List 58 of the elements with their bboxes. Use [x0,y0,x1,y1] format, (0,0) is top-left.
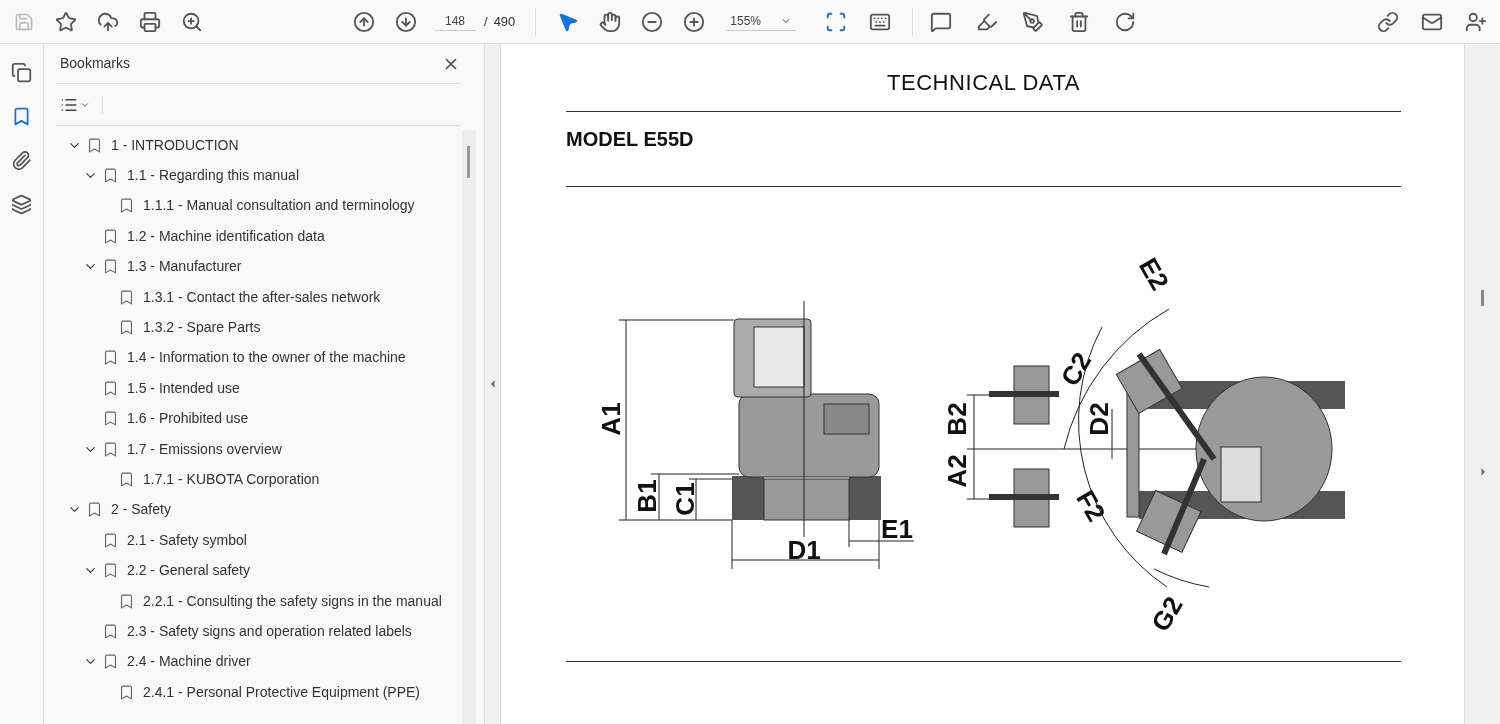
dimension-label: A2 [942,454,972,488]
bookmark-item[interactable]: 2.2.1 - Consulting the safety signs in the manual [143,590,442,612]
dimension-label: D2 [1084,402,1114,436]
page-heading: TECHNICAL DATA [885,69,1082,97]
bookmark-item[interactable]: 2.2 - General safety [127,560,250,582]
dimension-label: B1 [632,479,662,513]
dimension-label: D1 [787,535,821,565]
bookmark-icon [118,683,135,701]
bookmark-item[interactable]: 1.5 - Intended use [127,377,240,399]
dimension-label: A1 [596,402,626,436]
bookmark-item[interactable]: 2.4.1 - Personal Protective Equipment (PPE) [143,681,421,703]
dimension-label: E1 [881,514,913,544]
page-number-field[interactable]: 148 [434,12,476,31]
bookmark-icon [118,592,135,610]
page-count: 490 [493,12,516,31]
panel-title: Bookmarks [59,54,131,73]
bookmark-item[interactable]: 1.4 - Information to the owner of the machine [127,347,406,369]
bookmark-icon [102,622,119,640]
bookmark-icon [102,167,119,185]
bookmark-icon [102,440,119,458]
bookmark-icon [118,288,135,306]
bookmark-item[interactable]: 1.2 - Machine identification data [127,225,325,247]
bookmark-item[interactable]: 1.1.1 - Manual consultation and terminology [143,195,415,217]
model-title: MODEL E55D [566,127,695,152]
bookmark-icon [102,531,119,549]
dimension-label: C2 [1054,347,1098,391]
bookmark-item[interactable]: 1.3.1 - Contact the after-sales network [143,286,381,308]
bookmark-icon [86,501,103,519]
bookmark-item[interactable]: 1.1 - Regarding this manual [127,165,299,187]
dimension-label: E2 [1133,252,1175,296]
scrollbar [1481,290,1484,306]
bookmark-icon [102,410,119,428]
bookmark-icon [102,562,119,580]
bookmark-icon [86,136,103,154]
page-separator: / [484,12,488,31]
bookmark-item[interactable]: 1 - INTRODUCTION [111,134,239,156]
bookmark-icon [102,349,119,367]
bookmark-item[interactable]: 2.4 - Machine driver [127,651,251,673]
zoom-dropdown[interactable]: 155% [726,12,797,31]
dimension-label: B2 [942,402,972,436]
bookmark-item[interactable]: 2 - Safety [111,499,171,521]
bookmark-icon [102,258,119,276]
bookmark-item[interactable]: 1.3.2 - Spare Parts [143,317,261,339]
bookmark-icon [118,319,135,337]
bookmark-icon [118,471,135,488]
bookmark-item[interactable]: 2.1 - Safety symbol [127,529,247,551]
dimension-label: F2 [1070,485,1112,527]
dimension-label: G2 [1145,591,1189,637]
bookmark-icon [118,197,135,215]
dimension-label: C1 [670,482,700,516]
bookmark-item[interactable]: 2.3 - Safety signs and operation related labels [127,620,412,642]
bookmark-item[interactable]: 1.6 - Prohibited use [127,408,249,430]
bookmark-icon [102,227,119,245]
bookmark-icon [102,653,119,671]
bookmark-item[interactable]: 1.7.1 - KUBOTA Corporation [143,469,320,490]
bookmark-item[interactable]: 1.3 - Manufacturer [127,256,242,278]
bookmark-icon [102,379,119,397]
bookmark-item[interactable]: 1.7 - Emissions overview [127,438,282,460]
